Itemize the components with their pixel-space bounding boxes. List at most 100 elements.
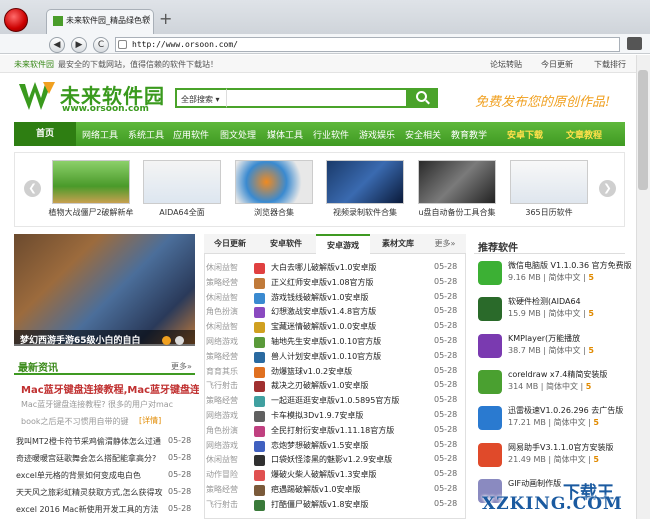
game-title[interactable]: 疤遇踢破解版v1.0安卓版 [271,484,360,495]
address-bar[interactable]: http://www.orsoon.com/ [115,37,620,52]
tab-more[interactable]: 更多» [426,234,464,254]
game-category[interactable]: 角色扮演 [206,306,238,317]
game-list-row[interactable]: 飞行射击 裁决之刃破解版v1.0安卓版 05-28 [206,380,464,394]
game-list-row[interactable]: 角色扮演 幻想激战安卓版v1.4.8官方版 05-28 [206,306,464,320]
game-title[interactable]: 宝藏迷情破解版v1.0.0安卓版 [271,321,376,332]
news-item-title[interactable]: 天天风之旅彩虹精灵获取方式,怎么获得攻 [16,488,163,497]
new-tab-button[interactable]: + [159,9,172,28]
news-item-title[interactable]: 奇迹暖暖宫廷歌舞会怎么搭配能拿高分? [16,454,156,463]
game-category[interactable]: 策略经营 [206,277,238,288]
game-list-row[interactable]: 育育其乐 劲爆篮球v1.0.2安卓版 05-28 [206,366,464,380]
tab-material-library[interactable]: 素材文库 [372,234,424,254]
recommended-item[interactable]: coreldraw x7.4精简安装版 314 MB | 简体中文 | 5 [478,368,626,404]
software-icon[interactable] [478,261,502,285]
nav-item[interactable]: 行业软件 [313,128,349,141]
forward-button[interactable]: ▶ [71,37,87,53]
software-name[interactable]: 软硬件检测(AIDA64 [508,296,581,307]
game-list-row[interactable]: 策略经营 正义红师安卓版v1.08官方版 05-28 [206,277,464,291]
game-title[interactable]: 恋炮梦想破解版v1.5安卓版 [271,440,368,451]
nav-item[interactable]: 媒体工具 [267,128,303,141]
carousel-image[interactable] [418,160,496,204]
carousel-caption[interactable]: u盘自动备份工具合集 [412,207,502,218]
game-category[interactable]: 育育其乐 [206,366,238,377]
search-category-select[interactable]: 全部搜索 ▾ [175,88,226,108]
banner-caption[interactable]: 梦幻西游手游65级小白的自白 [20,333,141,346]
nav-android-download[interactable]: 安卓下载 [507,128,543,141]
nav-home[interactable]: 首页 [14,122,76,146]
news-item[interactable]: 奇迹暖暖宫廷歌舞会怎么搭配能拿高分? 05-28 [16,453,196,464]
carousel-caption[interactable]: 365日历软件 [504,207,594,218]
game-title[interactable]: 正义红师安卓版v1.08官方版 [271,277,374,288]
carousel-next-icon[interactable]: ❯ [599,180,616,197]
carousel-caption[interactable]: AIDA64全面 [137,207,227,218]
browser-menu-button[interactable] [4,8,28,32]
nav-item[interactable]: 教育教学 [451,128,487,141]
nav-articles[interactable]: 文章教程 [566,128,602,141]
carousel-image[interactable] [52,160,130,204]
carousel-image[interactable] [143,160,221,204]
news-item-title[interactable]: excel 2016 Mac新使用开发工具的方法 [16,505,159,514]
tab-android-software[interactable]: 安卓软件 [258,234,314,254]
news-item-title[interactable]: excel单元格的背景如何变成电白色 [16,471,141,480]
tab-close-icon[interactable]: × [143,13,151,24]
game-list-row[interactable]: 网络游戏 轴地先生安卓版v1.0.10官方版 05-28 [206,336,464,350]
game-category[interactable]: 休闲益智 [206,454,238,465]
recommended-item[interactable]: 微信电脑版 V1.1.0.36 官方免费版 9.16 MB | 简体中文 | 5 [478,259,632,295]
game-list-row[interactable]: 飞行射击 打酷僵尸破解版v1.8安卓版 05-28 [206,499,464,513]
nav-item[interactable]: 游戏娱乐 [359,128,395,141]
site-logo-icon[interactable] [17,80,57,114]
game-list-row[interactable]: 休闲益智 宝藏迷情破解版v1.0.0安卓版 05-28 [206,321,464,335]
tab-today-update[interactable]: 今日更新 [204,234,256,254]
news-item[interactable]: 天天风之旅彩虹精灵获取方式,怎么获得攻 05-28 [16,487,196,498]
game-title[interactable]: 打酷僵尸破解版v1.8安卓版 [271,499,368,510]
game-category[interactable]: 网络游戏 [206,410,238,421]
browser-tab[interactable]: 未来软件园_精品绿色软 [46,9,154,34]
game-title[interactable]: 全民打射衍安卓版v1.11.18官方版 [271,425,394,436]
game-list-row[interactable]: 策略经营 一起逛逛逛安卓版v1.0.5895官方版 05-28 [206,395,464,409]
carousel-image[interactable] [510,160,588,204]
news-detail-link[interactable]: [详情] [139,415,161,426]
software-name[interactable]: 网易助手V3.1.1.0官方安装版 [508,442,613,453]
software-icon[interactable] [478,333,502,358]
software-icon[interactable] [478,369,502,394]
software-name[interactable]: KMPlayer(万能播放 [508,333,580,344]
carousel-caption[interactable]: 浏览器合集 [229,207,319,218]
game-category[interactable]: 策略经营 [206,484,238,495]
carousel-caption[interactable]: 植物大战僵尸2破解新牟 [46,207,136,218]
promo-slogan[interactable]: 免费发布您的原创作品! [475,91,610,110]
recommended-item[interactable]: 迅雷极速V1.0.26.296 去广告版 17.21 MB | 简体中文 | 5 [478,404,626,440]
game-list-row[interactable]: 休闲益智 游戏钱线破解版v1.0安卓版 05-28 [206,292,464,306]
search-input[interactable] [226,88,408,108]
banner-dot[interactable] [162,336,171,345]
game-category[interactable]: 网络游戏 [206,336,238,347]
tab-android-games[interactable]: 安卓游戏 [316,234,370,255]
game-list-row[interactable]: 策略经营 兽人计划安卓版v1.0.10官方版 05-28 [206,351,464,365]
nav-item[interactable]: 图文处理 [220,128,256,141]
nav-item[interactable]: 系统工具 [128,128,164,141]
news-item-title[interactable]: 我叫MT2橙卡符节采鸡偷渭静体怎么过通 [16,437,161,446]
game-list-row[interactable]: 休闲益智 口袋妖怪漆黑的魅影v1.2.9安卓版 05-28 [206,454,464,468]
site-name-link[interactable]: 未来软件园 [14,59,54,70]
game-category[interactable]: 飞行射击 [206,499,238,510]
software-icon[interactable] [478,406,502,431]
game-title[interactable]: 兽人计划安卓版v1.0.10官方版 [271,351,381,362]
game-title[interactable]: 幻想激战安卓版v1.4.8官方版 [271,306,376,317]
game-list-row[interactable]: 策略经营 疤遇踢破解版v1.0安卓版 05-28 [206,484,464,498]
game-category[interactable]: 休闲益智 [206,321,238,332]
game-title[interactable]: 爆破火柴人破解版v1.3安卓版 [271,469,376,480]
game-list-row[interactable]: 网络游戏 卡车模拟3Dv1.9.7安卓版 05-28 [206,410,464,424]
download-rank-link[interactable]: 下载排行 [594,59,626,70]
game-category[interactable]: 飞行射击 [206,380,238,391]
software-name[interactable]: coreldraw x7.4精简安装版 [508,369,607,380]
back-button[interactable]: ◀ [49,37,65,53]
game-list-row[interactable]: 网络游戏 恋炮梦想破解版v1.5安卓版 05-28 [206,440,464,454]
software-name[interactable]: 迅雷极速V1.0.26.296 去广告版 [508,405,623,416]
carousel-prev-icon[interactable]: ❮ [24,180,41,197]
game-category[interactable]: 网络游戏 [206,440,238,451]
game-title[interactable]: 一起逛逛逛安卓版v1.0.5895官方版 [271,395,399,406]
software-icon[interactable] [478,297,502,322]
game-title[interactable]: 口袋妖怪漆黑的魅影v1.2.9安卓版 [271,454,392,465]
game-title[interactable]: 裁决之刃破解版v1.0安卓版 [271,380,368,391]
game-category[interactable]: 休闲益智 [206,292,238,303]
game-category[interactable]: 策略经营 [206,351,238,362]
